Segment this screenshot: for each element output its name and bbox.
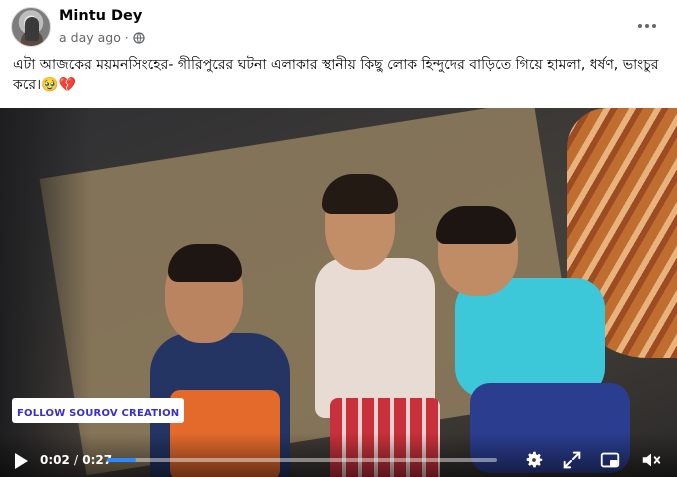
author-name[interactable]: Mintu Dey [59, 8, 142, 24]
meta-separator: · [124, 30, 129, 45]
post-header: Mintu Dey a day ago · [0, 0, 677, 52]
play-icon[interactable] [13, 452, 29, 470]
video-player[interactable]: FOLLOW SOUROV CREATION 0:02 / 0:27 [0, 108, 677, 477]
progress-bar[interactable] [107, 458, 497, 462]
watermark-text: FOLLOW SOUROV CREATION [17, 408, 180, 419]
progress-fill [107, 458, 136, 462]
video-time: 0:02 / 0:27 [40, 453, 112, 467]
current-time: 0:02 [40, 453, 70, 467]
volume-muted-icon[interactable] [640, 449, 662, 471]
author-avatar[interactable] [11, 7, 51, 47]
expand-icon[interactable] [561, 449, 583, 471]
globe-icon[interactable] [133, 31, 145, 44]
time-separator: / [74, 453, 79, 467]
picture-in-picture-icon[interactable] [599, 449, 621, 471]
more-options-button[interactable] [635, 14, 659, 38]
gear-icon[interactable] [523, 449, 545, 471]
post-timestamp[interactable]: a day ago [59, 30, 121, 45]
more-horizontal-icon [638, 24, 642, 28]
post-meta: a day ago · [59, 30, 145, 45]
post-caption: এটা আজকের ময়মনসিংহের- গীরিপুরের ঘটনা এল… [13, 57, 659, 93]
video-watermark: FOLLOW SOUROV CREATION [12, 398, 185, 423]
